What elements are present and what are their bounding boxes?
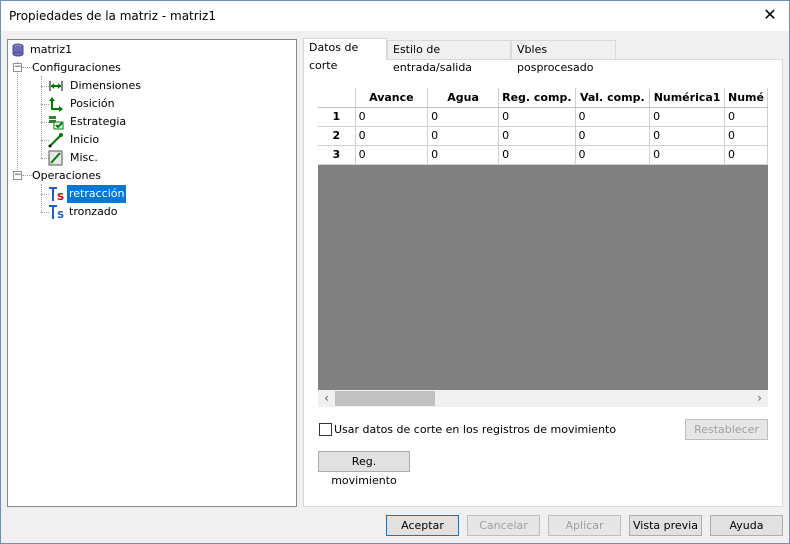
svg-text:S: S [57,210,64,220]
column-header[interactable]: Avance [355,88,429,108]
tree-item-label: Dimensiones [70,79,141,92]
tab-vbles-posprocesado[interactable]: Vbles posprocesado [511,40,616,74]
grid-corner [318,88,356,108]
cancel-button[interactable]: Cancelar [467,515,540,536]
collapse-toggle[interactable]: − [13,171,22,180]
grid-cell[interactable]: 0 [427,126,500,146]
move-registers-button[interactable]: Reg. movimiento [318,451,410,487]
apply-button[interactable]: Aplicar [548,515,621,536]
properties-dialog: Propiedades de la matriz - matriz1 ✕ mat… [0,0,790,544]
column-header[interactable]: Agua [427,88,500,108]
tab-datos-de-corte[interactable]: Datos de corte [303,38,387,72]
grid-cell[interactable]: 0 [724,145,768,165]
row-header[interactable]: 1 [318,107,356,127]
use-cut-data-checkbox[interactable] [319,423,332,436]
close-icon[interactable]: ✕ [761,6,779,24]
properties-tree[interactable]: matriz1 − Configuraciones Dimensiones Po… [7,39,297,507]
tree-item-label: Estrategia [70,115,127,128]
help-button[interactable]: Ayuda [710,515,783,536]
reset-button[interactable]: Restablecer [685,419,768,440]
start-icon [48,133,63,148]
grid-cell[interactable]: 0 [649,145,725,165]
grid-cell[interactable]: 0 [649,126,725,146]
grid-cell[interactable]: 0 [498,126,576,146]
tree-item-label: Inicio [70,133,100,146]
svg-text:S: S [57,192,64,202]
tree-item-label: tronzado [69,205,118,218]
scroll-left-icon[interactable]: ‹ [318,390,335,407]
tree-item-label: Configuraciones [32,61,121,74]
grid-cell[interactable]: 0 [575,107,651,127]
grid-header-row: Avance Agua Reg. comp. Val. comp. Numéri… [318,88,768,108]
grid-cell[interactable]: 0 [355,126,429,146]
grid-cell[interactable]: 0 [427,107,500,127]
table-row: 1 0 0 0 0 0 0 [318,107,768,127]
collapse-toggle[interactable]: − [13,63,22,72]
tree-item-label: Operaciones [32,169,101,182]
table-row: 2 0 0 0 0 0 0 [318,126,768,146]
grid-cell[interactable]: 0 [724,126,768,146]
column-header[interactable]: Numérica1 [649,88,725,108]
position-icon [49,97,63,112]
strategy-icon [49,116,64,130]
window-title: Propiedades de la matriz - matriz1 [9,9,216,23]
tree-item-label: Misc. [70,151,98,164]
tab-estilo-entrada-salida[interactable]: Estilo de entrada/salida [387,40,511,74]
preview-button[interactable]: Vista previa [629,515,702,536]
accept-button[interactable]: Aceptar [386,515,459,536]
operation-blue-icon: S [49,205,64,220]
grid-cell[interactable]: 0 [724,107,768,127]
column-header[interactable]: Numé [724,88,768,108]
cut-data-grid[interactable]: Avance Agua Reg. comp. Val. comp. Numéri… [318,88,768,390]
grid-cell[interactable]: 0 [355,107,429,127]
column-header[interactable]: Val. comp. [575,88,651,108]
grid-cell[interactable]: 0 [498,107,576,127]
use-cut-data-label: Usar datos de corte en los registros de … [334,423,617,436]
grid-cell[interactable]: 0 [575,126,651,146]
grid-cell[interactable]: 0 [498,145,576,165]
misc-icon [48,150,63,166]
row-header[interactable]: 2 [318,126,356,146]
tree-item-label: retracción [67,185,127,203]
grid-cell[interactable]: 0 [355,145,429,165]
grid-cell[interactable]: 0 [427,145,500,165]
table-row: 3 0 0 0 0 0 0 [318,145,768,165]
title-bar: Propiedades de la matriz - matriz1 ✕ [1,1,789,31]
operation-red-icon: S [49,187,64,202]
row-header[interactable]: 3 [318,145,356,165]
dimensions-icon [49,81,63,91]
scrollbar-thumb[interactable] [335,391,435,406]
tab-label: Estilo de entrada/salida [393,43,473,74]
scroll-right-icon[interactable]: › [751,390,768,407]
tab-label: Vbles posprocesado [517,43,594,74]
grid-cell[interactable]: 0 [649,107,725,127]
grid-cell[interactable]: 0 [575,145,651,165]
column-header[interactable]: Reg. comp. [498,88,576,108]
horizontal-scrollbar[interactable]: ‹ › [318,390,768,407]
tree-item-label: matriz1 [30,43,73,56]
tree-item-label: Posición [70,97,115,110]
database-icon [12,43,24,57]
